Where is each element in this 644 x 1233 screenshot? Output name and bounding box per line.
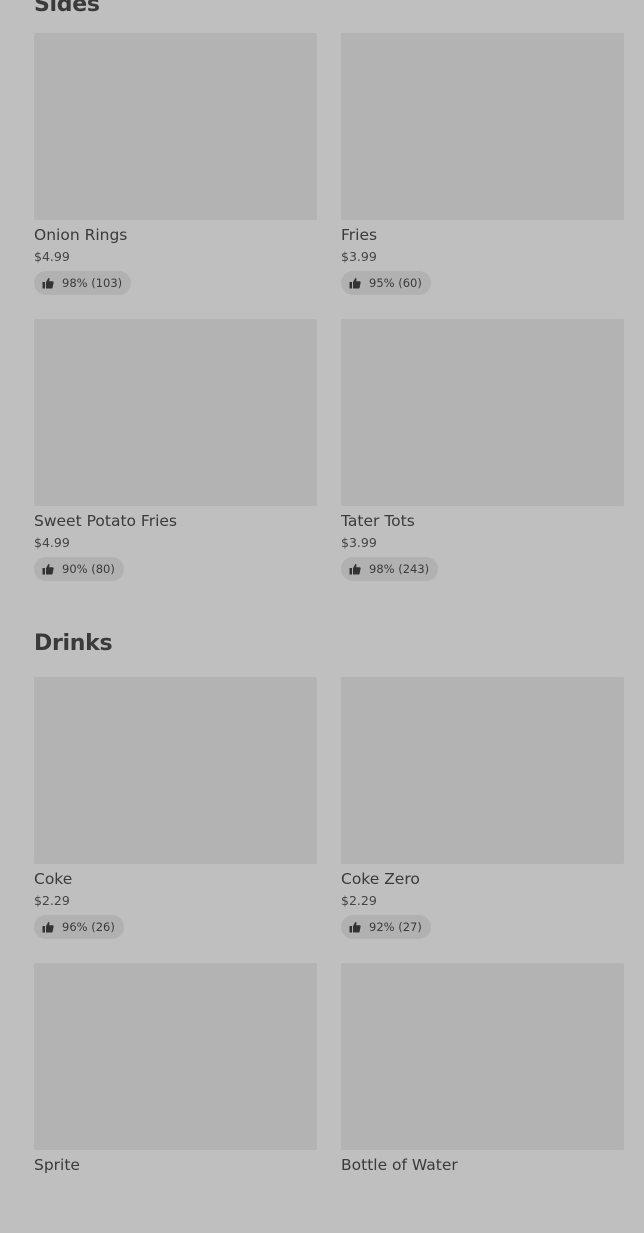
item-name: Coke (34, 870, 73, 888)
rating-badge: 90% (80) (34, 557, 124, 581)
item-name: Tater Tots (341, 512, 415, 530)
section-title-drinks: Drinks (34, 631, 113, 656)
rating-badge: 98% (103) (34, 271, 132, 295)
menu-item-card[interactable]: Fries $3.99 95% (60) (341, 33, 624, 303)
menu-item-card[interactable]: Sprite (34, 963, 317, 1233)
item-price: $3.99 (341, 249, 377, 264)
item-image (341, 677, 624, 864)
thumbs-up-icon (42, 564, 54, 575)
item-name: Coke Zero (341, 870, 420, 888)
rating-badge: 98% (243) (341, 557, 439, 581)
item-image (341, 33, 624, 220)
rating-text: 90% (80) (62, 562, 115, 576)
thumbs-up-icon (42, 922, 54, 933)
item-name: Sweet Potato Fries (34, 512, 178, 530)
rating-text: 98% (103) (62, 276, 123, 290)
item-price: $4.99 (34, 535, 70, 550)
item-price: $3.99 (341, 535, 377, 550)
item-image (34, 33, 317, 220)
item-image (34, 677, 317, 864)
menu-item-card[interactable]: Tater Tots $3.99 98% (243) (341, 319, 624, 589)
item-name: Sprite (34, 1156, 80, 1174)
menu-item-card[interactable]: Bottle of Water (341, 963, 624, 1233)
thumbs-up-icon (349, 564, 361, 575)
rating-text: 98% (243) (369, 562, 430, 576)
thumbs-up-icon (349, 922, 361, 933)
menu-item-card[interactable]: Sweet Potato Fries $4.99 90% (80) (34, 319, 317, 589)
item-name: Bottle of Water (341, 1156, 458, 1174)
menu-item-card[interactable]: Coke $2.29 96% (26) (34, 677, 317, 947)
item-image (341, 963, 624, 1150)
item-image (34, 319, 317, 506)
item-price: $2.29 (341, 893, 377, 908)
item-image (341, 319, 624, 506)
section-title-sides: Sides (34, 0, 100, 17)
item-name: Onion Rings (34, 226, 128, 244)
rating-text: 95% (60) (369, 276, 422, 290)
rating-text: 92% (27) (369, 920, 422, 934)
thumbs-up-icon (42, 278, 54, 289)
menu-item-card[interactable]: Coke Zero $2.29 92% (27) (341, 677, 624, 947)
menu-item-card[interactable]: Onion Rings $4.99 98% (103) (34, 33, 317, 303)
rating-badge: 95% (60) (341, 271, 431, 295)
menu-page: Sides Onion Rings $4.99 98% (103) Fries … (0, 0, 644, 1177)
rating-text: 96% (26) (62, 920, 115, 934)
rating-badge: 92% (27) (341, 915, 431, 939)
item-name: Fries (341, 226, 378, 244)
rating-badge: 96% (26) (34, 915, 124, 939)
item-price: $4.99 (34, 249, 70, 264)
item-price: $2.29 (34, 893, 70, 908)
item-image (34, 963, 317, 1150)
thumbs-up-icon (349, 278, 361, 289)
